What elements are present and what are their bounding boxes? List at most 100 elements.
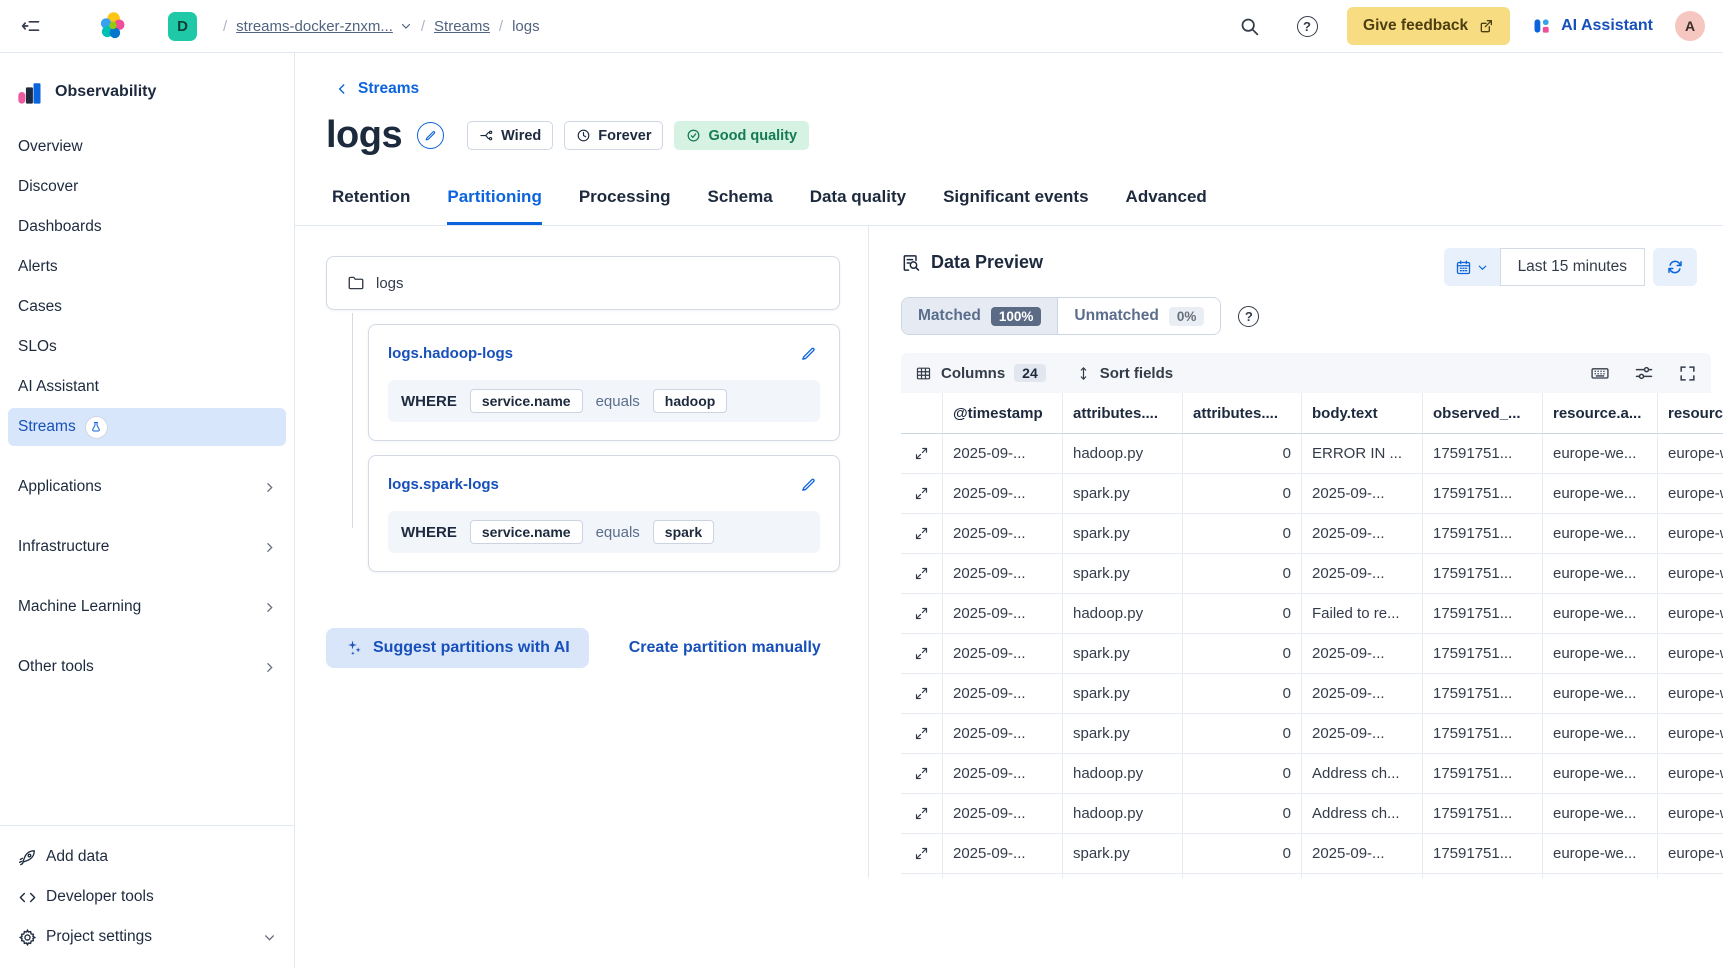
cell-resource-2[interactable]: europe-we... xyxy=(1658,634,1723,674)
cell-resource[interactable]: europe-we... xyxy=(1543,794,1658,834)
sidebar-group-applications[interactable]: Applications xyxy=(8,468,286,506)
cell-observed[interactable]: 17591751... xyxy=(1423,474,1543,514)
cell-timestamp[interactable]: 2025-09-... xyxy=(943,674,1063,714)
partition-link-spark[interactable]: logs.spark-logs xyxy=(388,476,499,493)
give-feedback-button[interactable]: Give feedback xyxy=(1347,7,1510,45)
cell-attributes-num[interactable]: 0 xyxy=(1183,674,1302,714)
condition-value-chip[interactable]: spark xyxy=(653,520,714,544)
cell-resource[interactable]: europe-we... xyxy=(1543,874,1658,878)
avatar[interactable]: A xyxy=(1675,11,1705,41)
cell-resource-2[interactable]: europe-we... xyxy=(1658,594,1723,634)
suggest-partitions-ai-button[interactable]: Suggest partitions with AI xyxy=(326,628,589,668)
expand-row-icon[interactable] xyxy=(901,794,943,834)
cell-observed[interactable]: 17591751... xyxy=(1423,594,1543,634)
cell-resource-2[interactable]: europe-we... xyxy=(1658,474,1723,514)
cell-attributes-file[interactable]: hadoop.py xyxy=(1063,874,1183,878)
cell-resource[interactable]: europe-we... xyxy=(1543,674,1658,714)
edit-partition-icon[interactable] xyxy=(797,342,820,365)
cell-resource[interactable]: europe-we... xyxy=(1543,594,1658,634)
refresh-button[interactable] xyxy=(1653,248,1697,286)
sidebar-group-other-tools[interactable]: Other tools xyxy=(8,648,286,686)
cell-attributes-file[interactable]: hadoop.py xyxy=(1063,754,1183,794)
sidebar-item-overview[interactable]: Overview xyxy=(8,128,286,166)
tab-processing[interactable]: Processing xyxy=(579,187,671,225)
cell-body-text[interactable]: 2025-09-... xyxy=(1302,514,1423,554)
tab-partitioning[interactable]: Partitioning xyxy=(447,187,541,225)
cell-attributes-num[interactable]: 0 xyxy=(1183,474,1302,514)
cell-timestamp[interactable]: 2025-09-... xyxy=(943,754,1063,794)
cell-resource-2[interactable]: europe-we... xyxy=(1658,514,1723,554)
cell-resource-2[interactable]: europe-we... xyxy=(1658,794,1723,834)
condition-field-chip[interactable]: service.name xyxy=(470,520,583,544)
cell-timestamp[interactable]: 2025-09-... xyxy=(943,514,1063,554)
cell-observed[interactable]: 17591751... xyxy=(1423,554,1543,594)
sidebar-item-ai-assistant[interactable]: AI Assistant xyxy=(8,368,286,406)
cell-resource[interactable]: europe-we... xyxy=(1543,634,1658,674)
create-partition-link[interactable]: Create partition manually xyxy=(629,639,821,657)
cell-resource-2[interactable]: europe-we... xyxy=(1658,434,1723,474)
sidebar-item-project-settings[interactable]: Project settings xyxy=(8,918,286,956)
cell-resource[interactable]: europe-we... xyxy=(1543,514,1658,554)
cell-timestamp[interactable]: 2025-09-... xyxy=(943,434,1063,474)
search-icon[interactable] xyxy=(1231,8,1267,44)
cell-body-text[interactable]: 2025-09-... xyxy=(1302,674,1423,714)
sidebar-item-add-data[interactable]: Add data xyxy=(8,838,286,876)
cell-observed[interactable]: 17591751... xyxy=(1423,874,1543,878)
cell-resource-2[interactable]: europe-we... xyxy=(1658,834,1723,874)
tab-schema[interactable]: Schema xyxy=(708,187,773,225)
cell-attributes-num[interactable]: 0 xyxy=(1183,714,1302,754)
cell-body-text[interactable]: Address ch... xyxy=(1302,754,1423,794)
column-header[interactable]: attributes.... xyxy=(1063,393,1183,434)
cell-observed[interactable]: 17591751... xyxy=(1423,514,1543,554)
cell-body-text[interactable]: 2025-09-... xyxy=(1302,714,1423,754)
sidebar-item-discover[interactable]: Discover xyxy=(8,168,286,206)
cell-body-text[interactable]: Failed to re... xyxy=(1302,594,1423,634)
expand-row-icon[interactable] xyxy=(901,674,943,714)
cell-attributes-file[interactable]: hadoop.py xyxy=(1063,794,1183,834)
condition-field-chip[interactable]: service.name xyxy=(470,389,583,413)
cell-attributes-file[interactable]: spark.py xyxy=(1063,554,1183,594)
cell-body-text[interactable]: 2025-09-... xyxy=(1302,474,1423,514)
column-header[interactable]: resource.a... xyxy=(1658,393,1723,434)
cell-resource[interactable]: europe-we... xyxy=(1543,554,1658,594)
cell-timestamp[interactable]: 2025-09-... xyxy=(943,714,1063,754)
cell-timestamp[interactable]: 2025-09-... xyxy=(943,794,1063,834)
chevron-down-icon[interactable] xyxy=(400,20,412,32)
cell-body-text[interactable]: 2025-09-... xyxy=(1302,634,1423,674)
display-options-icon[interactable] xyxy=(1634,363,1654,383)
cell-observed[interactable]: 17591751... xyxy=(1423,434,1543,474)
partition-link-hadoop[interactable]: logs.hadoop-logs xyxy=(388,345,513,362)
column-header[interactable]: @timestamp xyxy=(943,393,1063,434)
edit-partition-icon[interactable] xyxy=(797,473,820,496)
collapse-nav-icon[interactable] xyxy=(14,9,48,43)
cell-attributes-num[interactable]: 0 xyxy=(1183,434,1302,474)
preview-help-icon[interactable]: ? xyxy=(1238,306,1259,327)
cell-resource[interactable]: europe-we... xyxy=(1543,754,1658,794)
tab-data-quality[interactable]: Data quality xyxy=(810,187,906,225)
matched-toggle[interactable]: Matched 100% xyxy=(902,298,1057,334)
cell-body-text[interactable]: 2025-09-... xyxy=(1302,834,1423,874)
expand-row-icon[interactable] xyxy=(901,594,943,634)
cell-attributes-file[interactable]: spark.py xyxy=(1063,714,1183,754)
help-icon[interactable]: ? xyxy=(1289,8,1325,44)
cell-observed[interactable]: 17591751... xyxy=(1423,634,1543,674)
columns-button[interactable]: Columns 24 xyxy=(915,364,1046,382)
column-header[interactable]: attributes.... xyxy=(1183,393,1302,434)
cell-attributes-num[interactable]: 0 xyxy=(1183,754,1302,794)
cell-attributes-num[interactable]: 0 xyxy=(1183,594,1302,634)
cell-resource[interactable]: europe-we... xyxy=(1543,714,1658,754)
cell-body-text[interactable]: 2025-09-... xyxy=(1302,554,1423,594)
date-picker-calendar-button[interactable] xyxy=(1444,248,1500,286)
cell-timestamp[interactable]: 2025-09-... xyxy=(943,594,1063,634)
sidebar-item-cases[interactable]: Cases xyxy=(8,288,286,326)
tab-retention[interactable]: Retention xyxy=(332,187,410,225)
cell-body-text[interactable]: ERROR IN ... xyxy=(1302,434,1423,474)
cell-body-text[interactable]: Address ch... xyxy=(1302,794,1423,834)
cell-attributes-num[interactable]: 0 xyxy=(1183,794,1302,834)
cell-body-text[interactable]: Failed to re... xyxy=(1302,874,1423,878)
space-badge[interactable]: D xyxy=(168,12,197,41)
expand-row-icon[interactable] xyxy=(901,554,943,594)
sidebar-item-alerts[interactable]: Alerts xyxy=(8,248,286,286)
elastic-logo-icon[interactable] xyxy=(98,11,128,41)
cell-resource-2[interactable]: europe-we... xyxy=(1658,754,1723,794)
